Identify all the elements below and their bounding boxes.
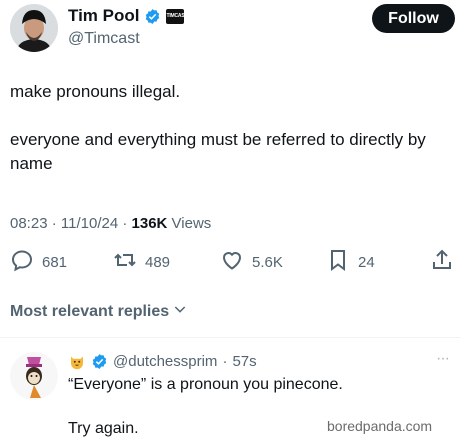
like-count: 5.6K bbox=[252, 253, 283, 271]
verified-badge-icon bbox=[144, 8, 161, 25]
reply-header: @dutchessprim · 57s bbox=[68, 352, 257, 370]
tweet-actions: 681 489 5.6K 24 bbox=[10, 248, 454, 282]
reply-author-avatar[interactable] bbox=[10, 352, 58, 400]
verified-badge-icon bbox=[91, 353, 108, 370]
tweet-text-line: everyone and everything must be referred… bbox=[10, 130, 426, 173]
reply-button[interactable]: 681 bbox=[10, 248, 67, 276]
author-handle[interactable]: @Timcast bbox=[68, 30, 140, 48]
share-button[interactable] bbox=[430, 248, 454, 276]
repost-button[interactable]: 489 bbox=[113, 248, 170, 276]
reply-icon bbox=[10, 248, 34, 276]
author-name[interactable]: Tim Pool bbox=[68, 6, 139, 26]
tweet-time[interactable]: 08:23 bbox=[10, 215, 48, 232]
bookmark-icon bbox=[326, 248, 350, 276]
tweet-date[interactable]: 11/10/24 bbox=[61, 215, 118, 232]
tweet-text-line: make pronouns illegal. bbox=[10, 82, 181, 101]
tweet-meta: 08:23 · 11/10/24 · 136K Views bbox=[10, 215, 211, 232]
repost-icon bbox=[113, 248, 137, 276]
author-name-row: Tim Pool TIMCAST bbox=[68, 6, 188, 26]
tweet-text: make pronouns illegal. everyone and ever… bbox=[10, 80, 454, 176]
reply-author-handle[interactable]: @dutchessprim bbox=[113, 353, 217, 370]
chevron-down-icon bbox=[172, 301, 188, 322]
share-icon bbox=[430, 248, 454, 276]
replies-sort-dropdown[interactable]: Most relevant replies bbox=[10, 301, 188, 322]
like-button[interactable]: 5.6K bbox=[220, 248, 283, 276]
reply-text-line: “Everyone” is a pronoun you pinecone. bbox=[68, 376, 343, 393]
author-avatar[interactable] bbox=[10, 4, 58, 52]
watermark: boredpanda.com bbox=[327, 418, 433, 434]
more-options-icon[interactable]: ··· bbox=[436, 350, 450, 368]
views-label: Views bbox=[171, 215, 212, 232]
views-count: 136K bbox=[131, 215, 168, 232]
org-affiliate-badge: TIMCAST bbox=[166, 8, 188, 24]
replies-sort-label: Most relevant replies bbox=[10, 302, 170, 320]
meta-separator: · bbox=[122, 215, 128, 232]
meta-separator: · bbox=[222, 352, 228, 370]
bookmark-button[interactable]: 24 bbox=[326, 248, 375, 276]
reply-count: 681 bbox=[42, 253, 68, 271]
repost-count: 489 bbox=[145, 253, 171, 271]
bookmark-count: 24 bbox=[358, 253, 375, 271]
follow-button[interactable]: Follow bbox=[372, 4, 455, 33]
cat-emoji-icon bbox=[68, 352, 86, 370]
section-divider bbox=[0, 337, 460, 338]
reply-age[interactable]: 57s bbox=[232, 353, 256, 370]
heart-icon bbox=[220, 248, 244, 276]
meta-separator: · bbox=[51, 215, 57, 232]
